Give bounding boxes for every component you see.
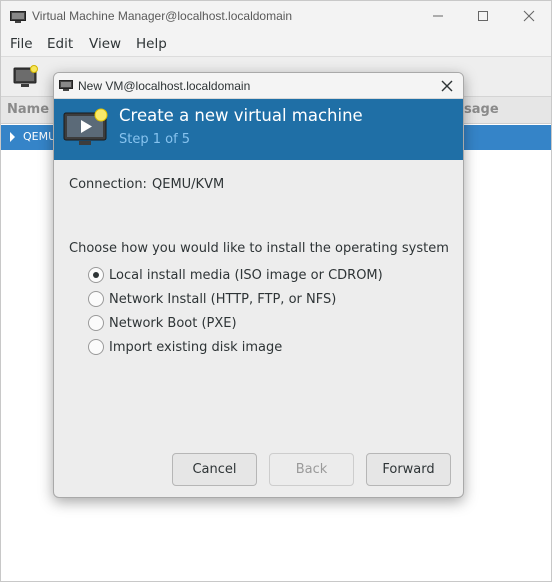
- menu-edit[interactable]: Edit: [47, 36, 73, 52]
- main-window-title: Virtual Machine Manager@localhost.locald…: [32, 9, 293, 23]
- option-label: Network Boot (PXE): [109, 315, 237, 331]
- monitor-app-icon: [10, 11, 26, 27]
- option-label: Network Install (HTTP, FTP, or NFS): [109, 291, 337, 307]
- option-network-boot[interactable]: Network Boot (PXE): [88, 314, 237, 332]
- new-vm-wizard-icon: [63, 108, 109, 152]
- minimize-button[interactable]: [426, 5, 450, 27]
- back-button[interactable]: Back: [269, 453, 354, 486]
- dialog-titlebar[interactable]: New VM@localhost.localdomain: [54, 73, 463, 99]
- menu-help[interactable]: Help: [136, 36, 167, 52]
- option-label: Local install media (ISO image or CDROM): [109, 267, 383, 283]
- option-network-install[interactable]: Network Install (HTTP, FTP, or NFS): [88, 290, 336, 308]
- menu-view[interactable]: View: [89, 36, 121, 52]
- install-method-prompt: Choose how you would like to install the…: [69, 241, 449, 256]
- vm-row-name: QEMU: [23, 130, 57, 143]
- main-titlebar[interactable]: Virtual Machine Manager@localhost.locald…: [1, 1, 551, 32]
- option-label: Import existing disk image: [109, 339, 283, 355]
- wizard-step-indicator: Step 1 of 5: [119, 132, 191, 147]
- option-local-install-media[interactable]: Local install media (ISO image or CDROM): [88, 266, 383, 284]
- wizard-title: Create a new virtual machine: [119, 106, 363, 125]
- maximize-button[interactable]: [471, 5, 495, 27]
- dialog-close-button[interactable]: [437, 76, 457, 96]
- forward-button[interactable]: Forward: [366, 453, 451, 486]
- option-import-disk-image[interactable]: Import existing disk image: [88, 338, 282, 356]
- connection-value: QEMU/KVM: [152, 177, 225, 192]
- wizard-header: Create a new virtual machine Step 1 of 5: [54, 99, 463, 160]
- radio-import-disk-image[interactable]: [88, 339, 104, 355]
- monitor-app-icon: [59, 80, 73, 95]
- menubar: File Edit View Help: [1, 32, 551, 57]
- menu-file[interactable]: File: [10, 36, 33, 52]
- column-name[interactable]: Name: [7, 102, 49, 117]
- new-vm-dialog: New VM@localhost.localdomain Create a ne…: [53, 72, 464, 498]
- radio-local-install-media[interactable]: [88, 267, 104, 283]
- radio-network-install[interactable]: [88, 291, 104, 307]
- connection-label: Connection:: [69, 177, 147, 192]
- window-close-button[interactable]: [517, 5, 541, 27]
- new-vm-icon[interactable]: [13, 65, 39, 93]
- radio-network-boot[interactable]: [88, 315, 104, 331]
- expander-icon[interactable]: [10, 132, 15, 142]
- column-usage[interactable]: sage: [464, 102, 499, 117]
- dialog-title: New VM@localhost.localdomain: [78, 79, 251, 93]
- cancel-button[interactable]: Cancel: [172, 453, 257, 486]
